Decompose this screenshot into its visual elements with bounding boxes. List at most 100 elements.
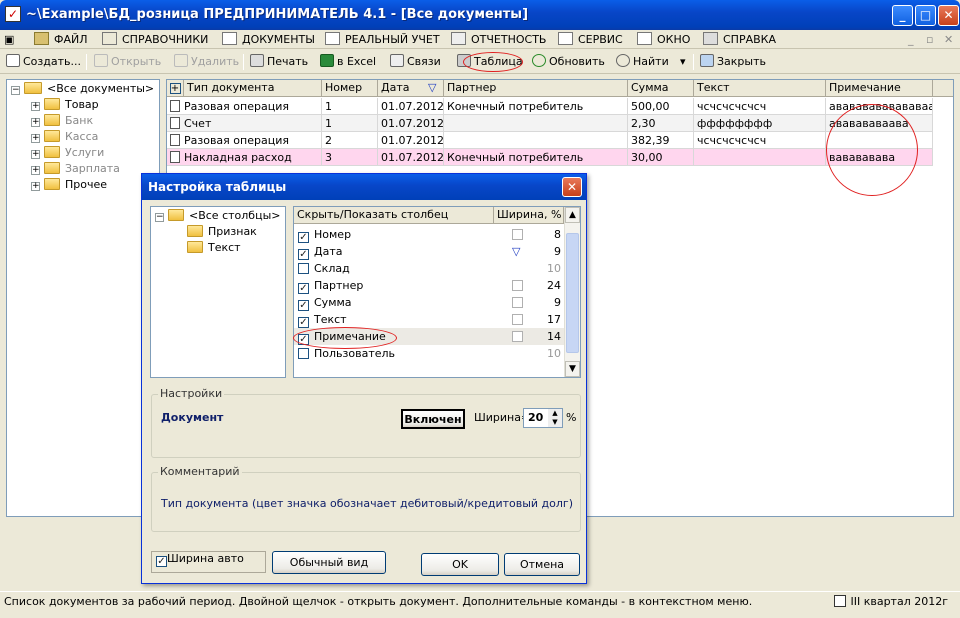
app-icon[interactable]: ✓ [5,6,21,22]
checkbox-checked-icon[interactable]: ✓ [298,249,309,260]
tree-item[interactable]: + Товар [31,97,99,113]
table-row-highlighted[interactable]: Накладная расход 3 01.07.2012 Конечный п… [167,149,933,166]
tree-root[interactable]: − <Все столбцы> [155,208,280,224]
print-button[interactable]: Печать [250,54,308,70]
tree-item[interactable]: Признак [187,224,257,240]
width-spinner[interactable]: 20 ▲ ▼ [523,408,563,428]
checkbox-unchecked-icon[interactable] [298,263,309,274]
auto-width-checkbox[interactable]: ✓Ширина авто [151,551,266,573]
column-header-sum[interactable]: Сумма [628,80,694,97]
cancel-button[interactable]: Отмена [504,553,580,576]
table-row[interactable]: Счет 1 01.07.2012 2,30 фффффффф авававав… [167,115,933,132]
width-checkbox-icon[interactable] [512,314,523,325]
mdi-app-icon[interactable]: ▣ [4,32,14,47]
menu-service[interactable]: СЕРВИС [558,32,623,47]
checkbox-checked-icon[interactable]: ✓ [156,556,167,567]
tree-item[interactable]: + Услуги [31,145,104,161]
menu-help[interactable]: СПРАВКА [703,32,776,47]
table-row[interactable]: Разовая операция 1 01.07.2012 Конечный п… [167,98,933,115]
width-checkbox-icon[interactable] [512,229,523,240]
column-header-note[interactable]: Примечание [826,80,933,97]
column-header-partner[interactable]: Партнер [444,80,628,97]
menu-window[interactable]: ОКНО [637,32,690,47]
spin-up-icon[interactable]: ▲ [548,409,562,418]
width-checkbox-icon[interactable] [512,280,523,291]
expand-icon[interactable]: + [31,102,40,111]
minimize-button[interactable]: _ [892,5,913,26]
mdi-close-icon[interactable]: ✕ [944,33,953,46]
checkbox-checked-icon[interactable]: ✓ [298,283,309,294]
column-option-row[interactable]: ✓ Дата ▽ 9 [294,243,564,260]
create-button[interactable]: Создать... [6,54,81,70]
checkbox-checked-icon[interactable]: ✓ [298,232,309,243]
tree-item[interactable]: + Прочее [31,177,107,193]
scroll-thumb[interactable] [566,233,579,353]
column-header-date[interactable]: Дата ▽ [378,80,444,97]
menu-documents[interactable]: ДОКУМЕНТЫ [222,32,315,47]
sort-desc-icon[interactable]: ▽ [512,246,523,257]
expand-icon[interactable]: + [31,134,40,143]
ok-button[interactable]: OK [421,553,499,576]
close-button[interactable]: Закрыть [700,54,766,70]
column-header-number[interactable]: Номер [322,80,378,97]
list-header-name[interactable]: Скрыть/Показать столбец [294,207,494,224]
links-button[interactable]: Связи [390,54,441,70]
column-width-value: 24 [547,279,561,292]
find-button[interactable]: Найти [616,54,669,70]
folder-icon [44,162,60,174]
expand-icon[interactable]: + [31,118,40,127]
excel-button[interactable]: в Excel [320,54,376,70]
refresh-button[interactable]: Обновить [532,54,605,70]
menu-reports[interactable]: ОТЧЕТНОСТЬ [451,32,546,47]
add-column-button[interactable]: + [167,80,184,97]
dialog-close-button[interactable]: ✕ [562,177,582,197]
table-row[interactable]: Разовая операция 2 01.07.2012 382,39 чсч… [167,132,933,149]
checkbox-checked-icon[interactable]: ✓ [298,300,309,311]
column-width-value: 9 [554,245,561,258]
menu-references[interactable]: СПРАВОЧНИКИ [102,32,208,47]
checkbox-checked-icon[interactable]: ✓ [298,317,309,328]
tree-item[interactable]: + Касса [31,129,98,145]
width-checkbox-icon[interactable] [512,331,523,342]
column-header-type[interactable]: Тип документа [184,80,322,97]
open-button[interactable]: Открыть [94,54,161,70]
column-option-row[interactable]: ✓ Партнер 24 [294,277,564,294]
list-header-width[interactable]: Ширина, % [494,207,564,224]
expand-icon[interactable]: + [31,182,40,191]
scroll-up-icon[interactable]: ▲ [565,207,580,223]
maximize-button[interactable]: □ [915,5,936,26]
mdi-restore-icon[interactable]: ▫ [926,33,933,46]
cell-date: 01.07.2012 [378,115,444,132]
cell-text: Счет [184,117,212,130]
toggle-enabled-button[interactable]: Включен [401,409,465,429]
column-option-row[interactable]: ✓ Номер 8 [294,226,564,243]
close-window-button[interactable]: ✕ [938,5,959,26]
tree-item[interactable]: Текст [187,240,241,256]
collapse-icon[interactable]: − [155,213,164,222]
tree-label: Банк [65,114,94,127]
tree-item[interactable]: + Зарплата [31,161,120,177]
find-dropdown[interactable]: ▾ [680,54,686,70]
period-indicator[interactable]: III квартал 2012г [834,595,948,608]
width-checkbox-icon[interactable] [512,297,523,308]
normal-view-button[interactable]: Обычный вид [272,551,386,574]
delete-button[interactable]: Удалить [174,54,239,70]
column-option-row[interactable]: Склад 10 [294,260,564,277]
checkbox-unchecked-icon[interactable] [298,348,309,359]
menu-real-accounting[interactable]: РЕАЛЬНЫЙ УЧЕТ [325,32,440,47]
header-filler [933,80,953,97]
menu-file[interactable]: ФАЙЛ [34,32,88,47]
column-option-row[interactable]: ✓ Текст 17 [294,311,564,328]
mdi-minimize-icon[interactable]: _ [908,33,914,46]
spin-down-icon[interactable]: ▼ [548,418,562,427]
list-scrollbar[interactable]: ▲ ▼ [564,207,580,377]
column-option-row[interactable]: ✓ Сумма 9 [294,294,564,311]
folder-icon [168,209,184,221]
tree-root[interactable]: − <Все документы> [11,81,154,97]
scroll-down-icon[interactable]: ▼ [565,361,580,377]
collapse-icon[interactable]: − [11,86,20,95]
column-header-text[interactable]: Текст [694,80,826,97]
expand-icon[interactable]: + [31,166,40,175]
expand-icon[interactable]: + [31,150,40,159]
tree-item[interactable]: + Банк [31,113,93,129]
